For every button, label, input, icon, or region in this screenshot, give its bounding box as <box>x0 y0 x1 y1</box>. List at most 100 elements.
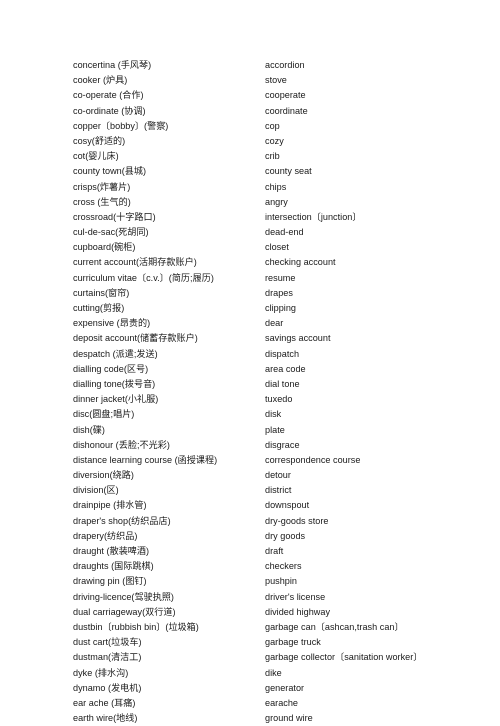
american-term: driver's license <box>265 591 326 602</box>
vocabulary-row: drapery(纺织品) dry goods <box>73 529 483 544</box>
american-term: garbage collector〔sanitation worker〕 <box>265 652 423 663</box>
british-term: co-ordinate (协调) <box>73 105 146 116</box>
vocabulary-row: cosy(舒适的) cozy <box>73 134 483 149</box>
british-term: dinner jacket(小礼服) <box>73 394 159 405</box>
vocabulary-row: dialling tone(拨号音) dial tone <box>73 377 483 392</box>
vocabulary-row: draught (散装啤酒) draft <box>73 544 483 559</box>
vocabulary-row: draughts (国际跳棋) checkers <box>73 559 483 574</box>
american-term: detour <box>265 470 291 481</box>
british-term: dust cart(垃圾车) <box>73 637 142 648</box>
british-term: cul-de-sac(死胡同) <box>73 227 149 238</box>
vocabulary-row: expensive (昂贵的) dear <box>73 316 483 331</box>
american-term: ground wire <box>265 713 313 724</box>
vocabulary-row: dishonour (丢脸;不光彩) disgrace <box>73 438 483 453</box>
vocabulary-row: cupboard(碗柜) closet <box>73 240 483 255</box>
american-term: checkers <box>265 561 302 572</box>
american-term: intersection〔junction〕 <box>265 211 362 222</box>
american-term: garbage truck <box>265 637 321 648</box>
british-term: cutting(剪报) <box>73 303 125 313</box>
american-term: drapes <box>265 287 293 298</box>
british-term: drapery(纺织品) <box>73 530 138 541</box>
american-term: garbage can〔ashcan,trash can〕 <box>265 621 404 632</box>
vocabulary-row: deposit account(储蓄存款账户) savings account <box>73 331 483 346</box>
british-term: crossroad(十字路口) <box>73 211 156 222</box>
american-term: pushpin <box>265 576 297 587</box>
american-term: generator <box>265 682 305 693</box>
american-term: divided highway <box>265 606 331 617</box>
american-term: dead-end <box>265 227 304 238</box>
american-term: angry <box>265 196 288 207</box>
british-term: drainpipe (排水管) <box>73 500 147 511</box>
vocabulary-row: dustbin〔rubbish bin〕(垃圾箱) garbage can〔ash… <box>73 620 483 635</box>
british-term: co-operate (合作) <box>73 90 144 101</box>
british-term: copper〔bobby〕(警察) <box>73 120 169 131</box>
vocabulary-row: cul-de-sac(死胡同) dead-end <box>73 225 483 240</box>
american-term: chips <box>265 181 287 192</box>
vocabulary-row: curtains(窗帘) drapes <box>73 286 483 301</box>
british-term: cosy(舒适的) <box>73 135 126 146</box>
american-term: downspout <box>265 500 310 511</box>
british-term: drawing pin (图钉) <box>73 576 147 587</box>
american-term: clipping <box>265 303 296 313</box>
british-term: dish(碟) <box>73 424 105 435</box>
british-term: dynamo (发电机) <box>73 682 142 693</box>
vocabulary-row: earth wire(地线) ground wire <box>73 711 483 726</box>
american-term: correspondence course <box>265 454 361 465</box>
american-term: dry-goods store <box>265 515 329 526</box>
vocabulary-row: disc(圆盘;唱片) disk <box>73 407 483 422</box>
vocabulary-row: co-operate (合作) cooperate <box>73 88 483 103</box>
vocabulary-row: county town(县城) county seat <box>73 164 483 179</box>
british-term: curriculum vitae〔c.v.〕(简历;履历) <box>73 272 214 283</box>
british-term: draughts (国际跳棋) <box>73 561 154 572</box>
vocabulary-row: crisps(炸薯片) chips <box>73 180 483 195</box>
british-term: driving-licence(驾驶执照) <box>73 591 174 602</box>
american-term: savings account <box>265 333 331 344</box>
british-term: ear ache (耳痛) <box>73 697 136 708</box>
british-term: cooker (炉具) <box>73 75 128 86</box>
vocabulary-row: dynamo (发电机) generator <box>73 681 483 696</box>
american-term: cozy <box>265 135 284 146</box>
british-term: disc(圆盘;唱片) <box>73 409 135 420</box>
american-term: dial tone <box>265 378 300 389</box>
british-term: crisps(炸薯片) <box>73 181 131 192</box>
vocabulary-row: distance learning course (函授课程) correspon… <box>73 453 483 468</box>
british-term: dustman(清洁工) <box>73 652 142 663</box>
american-term: disk <box>265 409 282 420</box>
american-term: crib <box>265 151 280 162</box>
vocabulary-row: dish(碟) plate <box>73 423 483 438</box>
vocabulary-row: dustman(清洁工) garbage collector〔sanitation… <box>73 650 483 665</box>
british-term: deposit account(储蓄存款账户) <box>73 333 198 344</box>
vocabulary-row: draper's shop(纺织品店) dry-goods store <box>73 514 483 529</box>
vocabulary-row: co-ordinate (协调) coordinate <box>73 104 483 119</box>
vocabulary-row: curriculum vitae〔c.v.〕(简历;履历) resume <box>73 271 483 286</box>
american-term: district <box>265 485 292 496</box>
british-term: dialling code(区号) <box>73 363 149 374</box>
american-term: earache <box>265 697 299 708</box>
british-term: diversion(绕路) <box>73 470 134 481</box>
vocabulary-row: dialling code(区号) area code <box>73 362 483 377</box>
vocabulary-list: concertina (手风琴) accordion cooker (炉具) stov… <box>73 58 483 726</box>
vocabulary-row: crossroad(十字路口) intersection〔junction〕 <box>73 210 483 225</box>
vocabulary-row: division(区) district <box>73 483 483 498</box>
american-term: area code <box>265 363 306 374</box>
vocabulary-row: cutting(剪报) clipping <box>73 301 483 316</box>
british-term: distance learning course (函授课程) <box>73 454 218 465</box>
american-term: tuxedo <box>265 394 293 405</box>
american-term: dear <box>265 318 284 329</box>
british-term: division(区) <box>73 485 119 496</box>
document-page: concertina (手风琴) accordion cooker (炉具) stov… <box>0 0 500 723</box>
american-term: checking account <box>265 257 336 268</box>
vocabulary-row: cot(婴儿床) crib <box>73 149 483 164</box>
vocabulary-row: cross (生气的) angry <box>73 195 483 210</box>
vocabulary-row: cooker (炉具) stove <box>73 73 483 88</box>
american-term: dry goods <box>265 530 306 541</box>
american-term: resume <box>265 272 296 283</box>
american-term: dike <box>265 667 282 678</box>
american-term: stove <box>265 75 287 86</box>
american-term: county seat <box>265 166 312 177</box>
vocabulary-row: drawing pin (图钉) pushpin <box>73 574 483 589</box>
vocabulary-row: copper〔bobby〕(警察) cop <box>73 119 483 134</box>
american-term: closet <box>265 242 289 253</box>
vocabulary-row: despatch (派遣;发送) dispatch <box>73 347 483 362</box>
vocabulary-row: dyke (排水沟) dike <box>73 666 483 681</box>
